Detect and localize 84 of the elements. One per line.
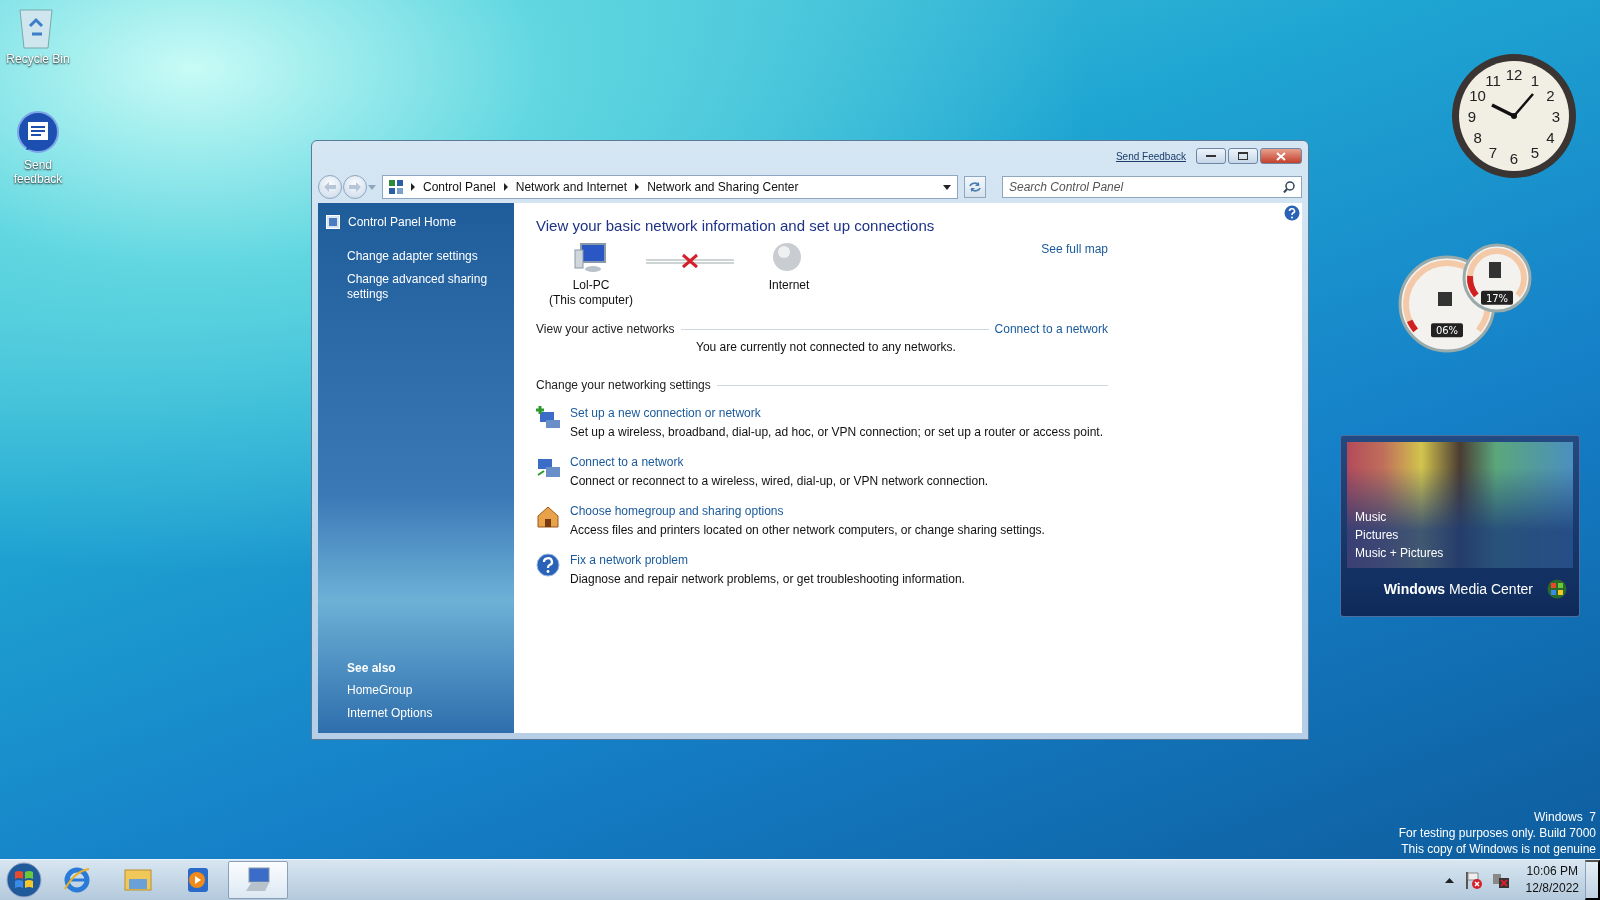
- memory-chip-icon: [1489, 262, 1501, 278]
- task-description: Diagnose and repair network problems, or get troubleshooting information.: [570, 572, 965, 586]
- network-disconnected-icon[interactable]: [1491, 871, 1510, 889]
- clock-numeral: 4: [1546, 129, 1555, 146]
- sidebar-link[interactable]: Change advanced sharing settings: [347, 272, 504, 302]
- gauge-reading: 17%: [1485, 292, 1509, 304]
- processor-chip-icon: [1438, 292, 1452, 306]
- left-arrow-icon: [324, 181, 336, 192]
- help-icon: [536, 553, 560, 577]
- taskbar-button[interactable]: [228, 861, 288, 899]
- address-bar[interactable]: Control Panel Network and Internet Network and Sharing Center: [382, 175, 958, 199]
- network-plus-icon: [536, 406, 560, 430]
- node-label[interactable]: Internet: [768, 278, 810, 293]
- task-link[interactable]: Set up a new connection or network: [570, 406, 1103, 420]
- flag-warning-icon[interactable]: [1463, 871, 1482, 889]
- breadcrumb-item[interactable]: Network and Sharing Center: [647, 180, 799, 194]
- right-arrow-icon: [349, 181, 361, 192]
- node-sublabel: (This computer): [549, 293, 633, 308]
- see-full-map-link[interactable]: See full map: [1041, 242, 1108, 256]
- clock-date[interactable]: 12/8/2022: [1525, 880, 1579, 897]
- sidebar-link[interactable]: Internet Options: [347, 706, 504, 721]
- see-also-heading: See also: [347, 661, 397, 675]
- minimize-icon: [1206, 154, 1216, 158]
- computer-icon[interactable]: [573, 242, 609, 274]
- breadcrumb-separator-icon[interactable]: [635, 183, 640, 191]
- close-icon: [1276, 151, 1286, 161]
- connect-link[interactable]: Connect to a network: [994, 322, 1108, 336]
- breadcrumb-item[interactable]: Network and Internet: [515, 180, 628, 194]
- task-description: Connect or reconnect to a wireless, wired, dial-up, or VPN network connection.: [570, 474, 989, 488]
- gauge-reading: 06%: [1435, 325, 1459, 337]
- help-icon[interactable]: [1284, 205, 1300, 221]
- start-button[interactable]: [6, 862, 42, 898]
- refresh-button[interactable]: [964, 176, 986, 198]
- dropdown-caret-icon[interactable]: [943, 184, 951, 190]
- sidebar-link[interactable]: HomeGroup: [347, 683, 504, 698]
- show-hidden-icons-icon[interactable]: [1444, 877, 1454, 883]
- system-notice-text: This copy of Windows is not genuine: [1401, 841, 1596, 857]
- clock-numeral: 8: [1473, 129, 1482, 146]
- menu-item[interactable]: Pictures: [1355, 528, 1444, 542]
- menu-item[interactable]: Music + Pictures: [1355, 546, 1444, 560]
- task-description: Access files and printers located on other network computers, or change sharing settings.: [570, 523, 1045, 537]
- clock-numeral: 2: [1546, 87, 1555, 104]
- system-notice-text: Windows 7: [1533, 809, 1596, 825]
- clock-numeral: 9: [1467, 108, 1477, 125]
- section-heading: View your active networks: [536, 322, 675, 336]
- send-feedback-link[interactable]: Send Feedback: [1115, 150, 1186, 162]
- breadcrumb-item[interactable]: Control Panel: [423, 180, 496, 194]
- search-icon: [1283, 181, 1295, 193]
- show-desktop-button[interactable]: [1585, 860, 1600, 900]
- clock-numeral: 10: [1469, 87, 1486, 104]
- maximize-button[interactable]: [1228, 148, 1258, 164]
- clock-numeral: 11: [1485, 71, 1501, 89]
- task-description: Set up a wireless, broadband, dial-up, ad hoc, or VPN connection; or set up a router or access point.: [570, 425, 1103, 439]
- node-label[interactable]: Lol-PC: [572, 278, 610, 293]
- clock-hands: [1491, 93, 1534, 119]
- control-panel-icon: [326, 215, 340, 229]
- house-icon: [536, 504, 560, 528]
- clock-numeral: 1: [1530, 71, 1540, 89]
- close-button[interactable]: [1260, 148, 1302, 164]
- maximize-icon: [1238, 152, 1248, 160]
- minimize-button[interactable]: [1196, 148, 1226, 164]
- clock-numeral: 5: [1530, 144, 1540, 162]
- task-link[interactable]: Choose homegroup and sharing options: [570, 504, 1045, 518]
- refresh-icon: [968, 181, 982, 193]
- clock-numeral: 3: [1551, 108, 1561, 125]
- page-heading: View your basic network information and set up connections: [536, 217, 936, 234]
- breadcrumb-separator-icon[interactable]: [503, 183, 508, 191]
- clock-numeral: 6: [1509, 150, 1519, 167]
- clock-numeral: 7: [1488, 144, 1498, 162]
- clock-numeral: 12: [1505, 66, 1523, 83]
- brand-text: Windows Media Center: [1383, 581, 1533, 597]
- sidebar-link[interactable]: Change adapter settings: [347, 249, 504, 264]
- control-panel-icon: [389, 180, 403, 194]
- menu-item[interactable]: Music: [1355, 510, 1444, 524]
- system-notice-text: For testing purposes only. Build 7000: [1398, 825, 1596, 841]
- status-message: You are currently not connected to any networks.: [695, 340, 957, 354]
- task-link[interactable]: Connect to a network: [570, 455, 989, 469]
- section-heading: Change your networking settings: [536, 378, 711, 392]
- breadcrumb-separator-icon[interactable]: [411, 183, 415, 191]
- clock-time[interactable]: 10:06 PM: [1526, 863, 1578, 880]
- windows-logo-icon: [1547, 579, 1567, 599]
- search-field[interactable]: Search Control Panel: [1002, 176, 1302, 198]
- sidebar-link[interactable]: Control Panel Home: [348, 215, 457, 229]
- task-link[interactable]: Fix a network problem: [570, 553, 965, 567]
